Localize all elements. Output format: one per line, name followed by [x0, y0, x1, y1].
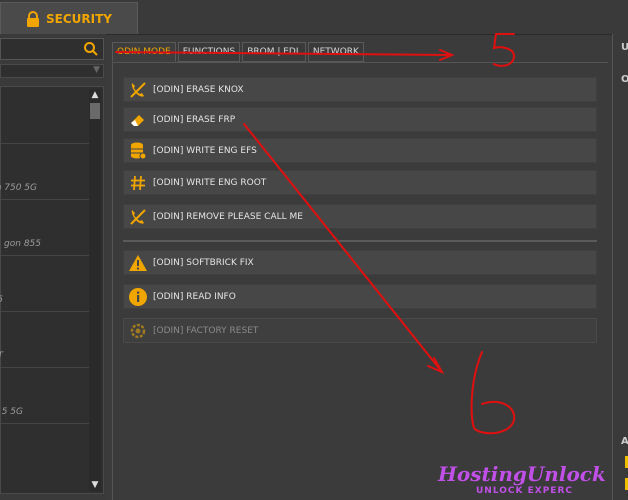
watermark-logo: HostingUnlock — [438, 462, 606, 486]
erase-knox-button[interactable]: [ODIN] ERASE KNOX — [123, 77, 597, 102]
list-item[interactable]: on 750 5G — [0, 143, 89, 200]
arrow-head-5 — [439, 49, 455, 61]
eraser-icon — [131, 114, 144, 126]
divider — [123, 240, 597, 242]
search-icon[interactable] — [83, 41, 99, 57]
button-label: [ODIN] WRITE ENG EFS — [153, 145, 257, 156]
button-label: [ODIN] FACTORY RESET — [153, 325, 259, 336]
mode-tabs: ODIN MODE FUNCTIONS BROM | EDL NETWORK — [112, 42, 366, 62]
info-icon — [129, 287, 147, 306]
remove-please-call-me-button[interactable]: [ODIN] REMOVE PLEASE CALL ME — [123, 204, 597, 229]
device-name: 5 — [0, 295, 3, 305]
right-panel-text: O — [621, 74, 628, 85]
brand-dropdown[interactable]: ▼ — [0, 64, 104, 78]
write-eng-efs-button[interactable]: [ODIN] WRITE ENG EFS — [123, 138, 597, 163]
database-icon — [131, 142, 147, 159]
device-list[interactable]: on 750 5G gon 855 5 T 5 5G ▲ ▼ — [0, 86, 104, 494]
device-name: on 750 5G — [0, 183, 37, 193]
device-name: T — [0, 351, 3, 361]
right-panel: U O A — [612, 34, 628, 500]
device-sidebar: ▼ on 750 5G gon 855 5 T 5 5G ▲ ▼ — [0, 34, 106, 500]
softbrick-fix-button[interactable]: [ODIN] SOFTBRICK FIX — [123, 250, 597, 275]
write-eng-root-button[interactable]: [ODIN] WRITE ENG ROOT — [123, 170, 597, 195]
list-item[interactable] — [1, 87, 89, 144]
device-name: gon 855 — [4, 239, 41, 249]
phone-off-icon — [130, 208, 146, 225]
list-item[interactable]: 5 5G — [1, 367, 89, 424]
list-item[interactable]: 5 — [0, 255, 89, 312]
factory-reset-button[interactable]: [ODIN] FACTORY RESET — [123, 318, 597, 343]
device-list-scrollbar[interactable]: ▲ ▼ — [89, 89, 101, 491]
scroll-thumb[interactable] — [90, 103, 100, 119]
read-info-button[interactable]: [ODIN] READ INFO — [123, 284, 597, 309]
list-item[interactable]: T — [0, 311, 89, 368]
security-tab[interactable]: SECURITY — [0, 2, 138, 34]
phone-off-icon — [130, 81, 146, 98]
button-label: [ODIN] ERASE KNOX — [153, 84, 244, 95]
watermark-subtitle: UNLOCK EXPERC — [476, 486, 573, 496]
right-panel-text: A — [621, 436, 628, 447]
gear-reset-icon — [130, 323, 146, 338]
warning-icon — [129, 254, 147, 271]
button-label: [ODIN] READ INFO — [153, 291, 236, 302]
odin-panel: [ODIN] ERASE KNOX [ODIN] ERASE FRP [ODIN… — [112, 62, 608, 500]
model-search-input[interactable] — [0, 38, 104, 60]
chevron-down-icon: ▼ — [93, 65, 100, 75]
tab-network[interactable]: NETWORK — [307, 42, 364, 62]
hash-icon — [131, 175, 145, 190]
tab-odin-mode[interactable]: ODIN MODE — [112, 42, 176, 62]
button-label: [ODIN] ERASE FRP — [153, 114, 236, 125]
security-tab-label: SECURITY — [46, 11, 112, 26]
scroll-up-icon[interactable]: ▲ — [89, 89, 101, 101]
button-label: [ODIN] WRITE ENG ROOT — [153, 177, 267, 188]
right-panel-text: U — [621, 42, 628, 53]
button-label: [ODIN] SOFTBRICK FIX — [153, 257, 254, 268]
erase-frp-button[interactable]: [ODIN] ERASE FRP — [123, 107, 597, 132]
button-label: [ODIN] REMOVE PLEASE CALL ME — [153, 211, 303, 222]
tab-functions[interactable]: FUNCTIONS — [177, 42, 241, 62]
scroll-down-icon[interactable]: ▼ — [89, 479, 101, 491]
tab-brom-edl[interactable]: BROM | EDL — [242, 42, 306, 62]
device-name: 5 5G — [1, 407, 23, 417]
lock-icon — [27, 10, 39, 27]
list-item[interactable]: gon 855 — [1, 199, 89, 256]
list-item[interactable] — [1, 423, 89, 479]
top-bar: SECURITY — [0, 0, 628, 35]
